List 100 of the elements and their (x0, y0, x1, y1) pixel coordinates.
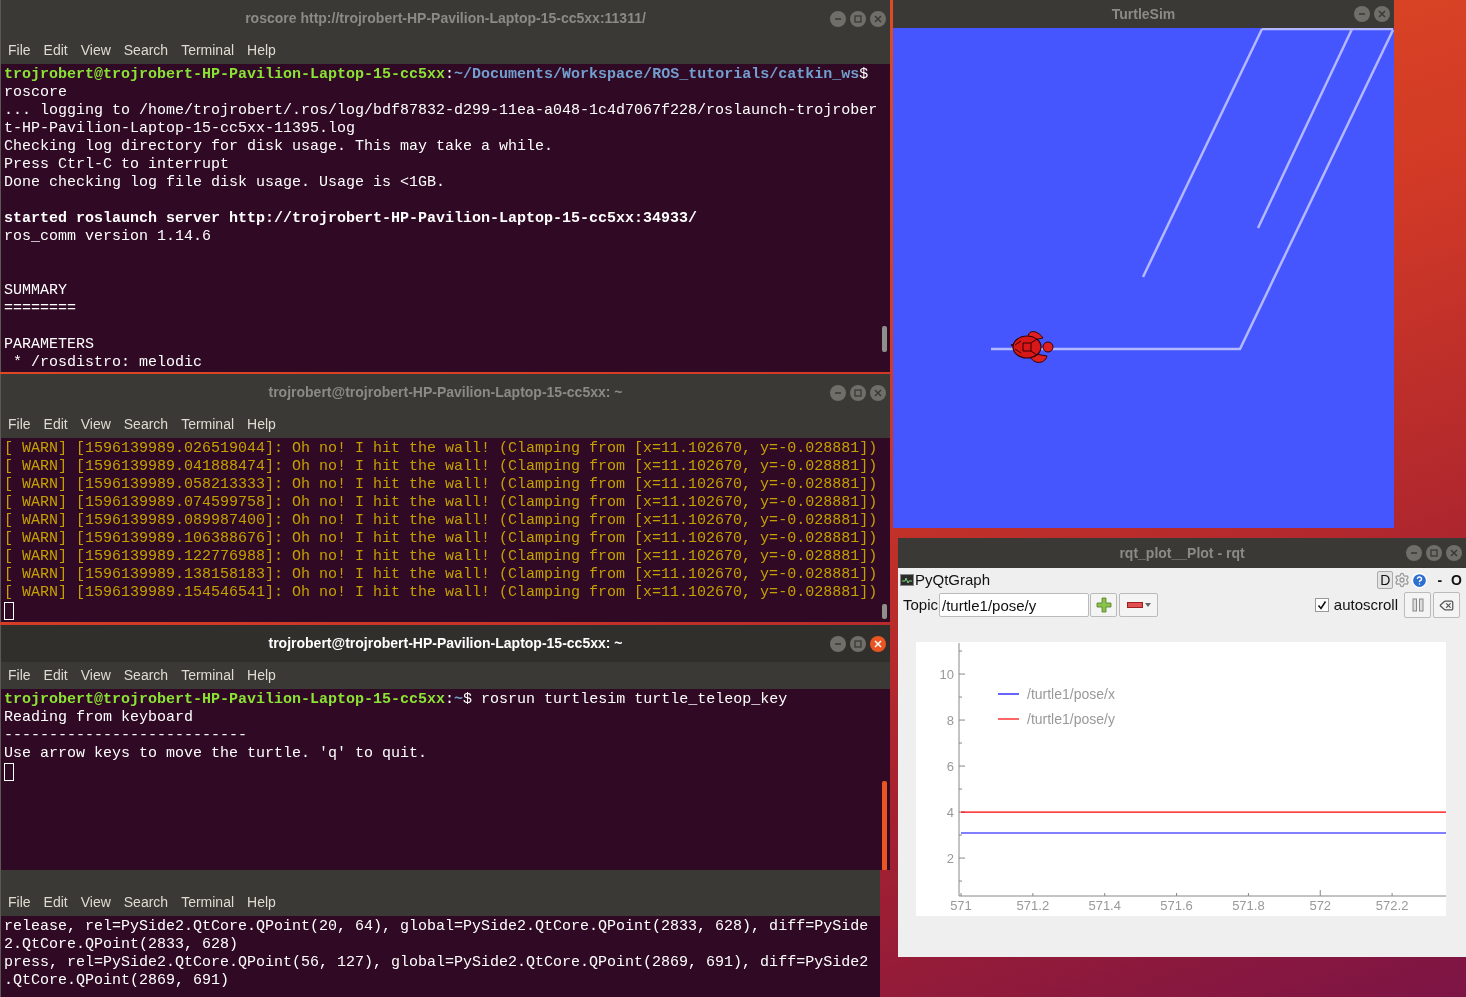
close-icon (873, 13, 883, 24)
minus-icon (1126, 602, 1143, 608)
close-icon (1377, 9, 1387, 19)
help-icon[interactable] (1411, 571, 1429, 589)
legend-label: /turtle1/pose/x (1027, 686, 1115, 702)
menu-item[interactable]: File (8, 40, 31, 61)
remove-topic-button[interactable] (1119, 593, 1159, 617)
debug-button[interactable]: D (1377, 571, 1394, 589)
menu-item[interactable]: File (8, 665, 31, 686)
terminal-line: .QtCore.QPoint(2869, 691) (4, 972, 230, 990)
plus-icon (1095, 597, 1112, 613)
checkbox-label: autoscroll (1333, 594, 1398, 615)
maximize-button[interactable] (1426, 545, 1442, 561)
menu-item[interactable]: Terminal (181, 665, 235, 686)
pause-button[interactable] (1404, 592, 1431, 618)
terminal-line: [ WARN] [1596139989.122776988]: Oh no! I hit the wall! (Clamping from [x=11.102670, y=-0.028881]) (4, 548, 878, 566)
terminal-line: [ WARN] [1596139989.074599758]: Oh no! I hit the wall! (Clamping from [x=11.102670, y=-0.028881]) (4, 494, 878, 512)
menu-item[interactable]: Help (247, 892, 276, 913)
settings-icon[interactable] (1394, 572, 1411, 588)
topic-label: Topic (903, 594, 939, 615)
pause-icon (1411, 598, 1424, 612)
scrollbar-thumb[interactable] (882, 326, 887, 352)
maximize-button[interactable] (850, 10, 866, 27)
prompt-line: trojrobert@trojrobert-HP-Pavilion-Laptop-15-cc5xx:~$ rosrun turtlesim turtle_teleop_key (4, 691, 788, 709)
terminal-line: [ WARN] [1596139989.106388676]: Oh no! I hit the wall! (Clamping from [x=11.102670, y=-0.028881]) (4, 530, 878, 548)
maximize-icon (1429, 548, 1439, 558)
clear-button[interactable] (1433, 592, 1460, 618)
terminal-line: Press Ctrl-C to interrupt (4, 156, 230, 174)
scrollbar-thumb[interactable] (882, 781, 887, 870)
window-title: trojrobert@trojrobert-HP-Pavilion-Laptop-15-cc5xx: ~ (268, 383, 623, 402)
tick-label: 8 (946, 713, 954, 729)
close-icon (873, 387, 883, 398)
window-title: rqt_plot__Plot - rqt (1119, 543, 1245, 563)
terminal-line: --------------------------- (4, 727, 248, 745)
menu-item[interactable]: View (80, 414, 111, 435)
minimize-button[interactable] (830, 10, 846, 27)
add-topic-button[interactable] (1090, 593, 1118, 617)
terminal-line: Use arrow keys to move the turtle. 'q' to quit. (4, 745, 428, 763)
menu-item[interactable]: Help (247, 40, 276, 61)
terminal-line: SUMMARY (4, 282, 67, 300)
terminal-line: t-HP-Pavilion-Laptop-15-cc5xx-11395.log (4, 120, 356, 138)
window-title: trojrobert@trojrobert-HP-Pavilion-Laptop-15-cc5xx: ~ (268, 634, 623, 653)
tick-label: 2 (946, 851, 954, 867)
autoscroll-checkbox[interactable] (1314, 598, 1329, 612)
window-title: TurtleSim (1111, 4, 1176, 24)
tick-label: 571 (950, 898, 972, 913)
terminal-line: Done checking log file disk usage. Usage is <1GB. (4, 174, 446, 192)
menu-item[interactable]: File (8, 414, 31, 435)
menu-item[interactable]: Terminal (181, 892, 235, 913)
menu-item[interactable]: Search (123, 665, 169, 686)
menu-item[interactable]: View (80, 40, 111, 61)
menu-item[interactable]: Edit (43, 40, 68, 61)
menu-item[interactable]: Search (123, 40, 169, 61)
menu-item[interactable]: Search (123, 414, 169, 435)
menu-item[interactable]: Edit (43, 892, 68, 913)
close-button[interactable] (870, 635, 886, 652)
terminal-line: [ WARN] [1596139989.154546541]: Oh no! I hit the wall! (Clamping from [x=11.102670, y=-0.028881]) (4, 584, 878, 602)
tick-label: 571.6 (1160, 898, 1193, 913)
terminal-line: ... logging to /home/trojrobert/.ros/log/bdf87832-d299-11ea-a048-1c4d7067f228/roslaunch-trojrober (4, 102, 878, 120)
menu-item[interactable]: View (80, 665, 111, 686)
tick-label: 571.8 (1232, 898, 1265, 913)
plugin-title: PyQtGraph (915, 569, 991, 590)
maximize-button[interactable] (850, 384, 866, 401)
menu-item[interactable]: Terminal (181, 414, 235, 435)
minimize-button[interactable] (1354, 6, 1370, 22)
tick-label: 4 (946, 805, 954, 821)
terminal-line: [ WARN] [1596139989.058213333]: Oh no! I hit the wall! (Clamping from [x=11.102670, y=-0.028881]) (4, 476, 878, 494)
maximize-icon (853, 13, 863, 24)
tick-label: 572.2 (1375, 898, 1409, 913)
prompt-line: trojrobert@trojrobert-HP-Pavilion-Laptop-15-cc5xx:~/Documents/Workspace/ROS_tutorials/catkin_ws$ (4, 66, 869, 84)
menu-item[interactable]: Terminal (181, 40, 235, 61)
dock-button[interactable]: O (1451, 569, 1462, 591)
terminal-line: started roslaunch server http://trojrobert-HP-Pavilion-Laptop-15-cc5xx:34933/ (4, 210, 698, 228)
terminal-line: roscore (4, 84, 67, 102)
window-title: roscore http://trojrobert-HP-Pavilion-Laptop-15-cc5xx:11311/ (245, 9, 646, 28)
minimize-button[interactable] (1406, 545, 1422, 561)
tick-label: 571.2 (1016, 898, 1050, 913)
close-icon (1449, 548, 1459, 558)
minimize-button[interactable] (830, 635, 846, 652)
topic-field[interactable]: /turtle1/pose/y (939, 593, 1090, 617)
text-cursor (4, 602, 14, 620)
caret-icon (1144, 603, 1151, 607)
scrollbar-thumb[interactable] (882, 604, 887, 619)
terminal-line: Checking log directory for disk usage. This may take a while. (4, 138, 554, 156)
legend-label: /turtle1/pose/y (1027, 711, 1115, 727)
menu-item[interactable]: Edit (43, 665, 68, 686)
dock-button[interactable]: - (1437, 569, 1443, 591)
minimize-button[interactable] (830, 384, 846, 401)
menu-item[interactable]: Help (247, 414, 276, 435)
tick-label: 571.4 (1088, 898, 1121, 913)
menu-item[interactable]: Search (123, 892, 169, 913)
terminal-line: [ WARN] [1596139989.089987400]: Oh no! I hit the wall! (Clamping from [x=11.102670, y=-0.028881]) (4, 512, 878, 530)
tick-label: 6 (946, 759, 954, 775)
menu-item[interactable]: Help (247, 665, 276, 686)
text-cursor (4, 763, 14, 781)
menu-item[interactable]: File (8, 892, 31, 913)
menu-item[interactable]: Edit (43, 414, 68, 435)
terminal-line: 2.QtCore.QPoint(2833, 628) (4, 936, 239, 954)
maximize-icon (853, 387, 863, 398)
menu-item[interactable]: View (80, 892, 111, 913)
